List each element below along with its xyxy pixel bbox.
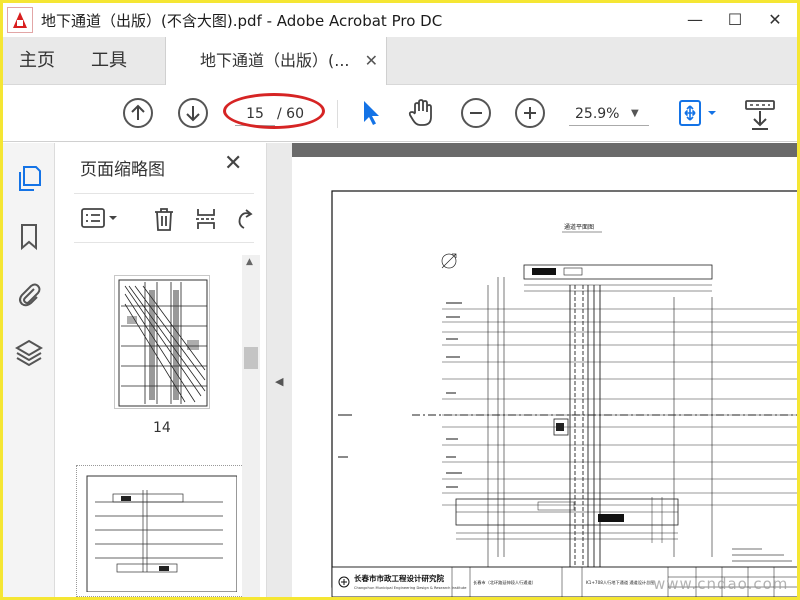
title-bar: 地下通道（出版）(不含大图).pdf - Adobe Acrobat Pro D… — [3, 3, 797, 37]
select-tool-button[interactable] — [356, 98, 386, 128]
page-thumbnails-button[interactable] — [14, 163, 44, 193]
bookmark-icon — [21, 224, 37, 251]
document-view[interactable]: 通道平面图 长春市市政工程设计研究院 Changchun Municipal E… — [292, 143, 797, 597]
north-arrow-icon — [441, 253, 457, 269]
thumbnail-label-14: 14 — [153, 420, 171, 436]
thumbnail-drawing — [118, 279, 208, 407]
options-menu-icon — [81, 208, 117, 228]
toolbar-separator — [337, 100, 338, 128]
navigation-rail — [3, 143, 55, 597]
acrobat-logo-icon — [7, 7, 33, 33]
designer-company-en: Changchun Municipal Engineering Design &… — [354, 586, 467, 590]
sheet-title: K1+708人行地下通道 通道设计总图 — [586, 579, 655, 586]
close-window-button[interactable]: ✕ — [755, 7, 795, 33]
arrow-up-icon — [131, 104, 145, 120]
drawing-heading: 通道平面图 — [564, 223, 594, 231]
scrollbar-thumb[interactable] — [244, 347, 258, 369]
project-name: 长春市（北环路延伸段人行通道） — [473, 579, 536, 586]
bookmarks-button[interactable] — [14, 221, 44, 251]
acrobat-window: 地下通道（出版）(不含大图).pdf - Adobe Acrobat Pro D… — [3, 3, 797, 597]
cursor-arrow-icon — [364, 101, 379, 125]
thumbnails-scrollbar[interactable]: ▲ — [242, 255, 260, 597]
hand-tool-button[interactable] — [406, 98, 436, 128]
page-thumbnails-icon — [19, 166, 41, 191]
scroll-mode-icon — [745, 100, 775, 130]
highlight-annotation — [223, 93, 325, 129]
page-thumbnail-15[interactable] — [76, 465, 244, 597]
tab-tools[interactable]: 工具 — [91, 37, 127, 85]
delete-pages-button[interactable] — [152, 206, 176, 232]
fit-page-icon — [679, 100, 716, 126]
next-page-button[interactable] — [178, 98, 208, 128]
plus-icon — [524, 107, 536, 119]
fit-page-button[interactable] — [677, 98, 723, 128]
window-title: 地下通道（出版）(不含大图).pdf - Adobe Acrobat Pro D… — [41, 11, 443, 30]
scroll-mode-button[interactable] — [743, 98, 777, 130]
trash-icon — [155, 208, 173, 231]
tab-document[interactable]: 地下通道（出版）(... ✕ — [165, 37, 387, 85]
rotate-page-button[interactable] — [232, 206, 256, 232]
minus-icon — [470, 112, 482, 114]
attachments-button[interactable] — [14, 279, 44, 309]
thumbnail-drawing-selected — [86, 475, 238, 593]
zoom-in-button[interactable] — [515, 98, 545, 128]
thumbnail-options-button[interactable] — [80, 206, 120, 232]
tab-row: 主页 工具 地下通道（出版）(... ✕ — [3, 37, 797, 85]
document-tab-label: 地下通道（出版）(... — [200, 51, 350, 70]
chevron-down-icon[interactable]: ▼ — [631, 102, 639, 126]
tab-home[interactable]: 主页 — [19, 37, 55, 85]
site-watermark: www.cndao.com — [653, 575, 789, 593]
engineering-drawing: 通道平面图 长春市市政工程设计研究院 Changchun Municipal E… — [331, 190, 797, 597]
paperclip-icon — [19, 283, 41, 307]
panel-title: 页面缩略图 — [80, 160, 165, 180]
arrow-down-icon — [186, 106, 200, 122]
rotate-icon — [238, 209, 253, 229]
hand-icon — [408, 99, 432, 126]
zoom-out-button[interactable] — [461, 98, 491, 128]
split-document-button[interactable] — [194, 206, 218, 232]
panel-toolbar — [74, 193, 254, 243]
scroll-up-arrow-icon[interactable]: ▲ — [246, 257, 253, 267]
layers-button[interactable] — [14, 337, 44, 367]
designer-company: 长春市市政工程设计研究院 — [354, 573, 444, 583]
page-thumbnails-panel: 页面缩略图 ✕ 14 ▲ — [56, 143, 266, 597]
minimize-button[interactable]: — — [675, 7, 715, 33]
layers-icon — [15, 339, 43, 367]
page-gap — [292, 143, 797, 157]
maximize-button[interactable]: ☐ — [715, 7, 755, 33]
page-thumbnail-14[interactable] — [114, 275, 210, 409]
close-tab-icon[interactable]: ✕ — [365, 37, 378, 85]
previous-page-button[interactable] — [123, 98, 153, 128]
collapse-panel-arrow-icon[interactable]: ◀ — [275, 375, 283, 388]
close-panel-icon[interactable]: ✕ — [224, 151, 242, 176]
pdf-page: 通道平面图 长春市市政工程设计研究院 Changchun Municipal E… — [292, 157, 797, 597]
panel-collapse-bar[interactable]: ◀ — [266, 143, 292, 597]
split-document-icon — [196, 209, 216, 229]
toolbar: 15 / 60 25.9% ▼ — [3, 86, 797, 142]
